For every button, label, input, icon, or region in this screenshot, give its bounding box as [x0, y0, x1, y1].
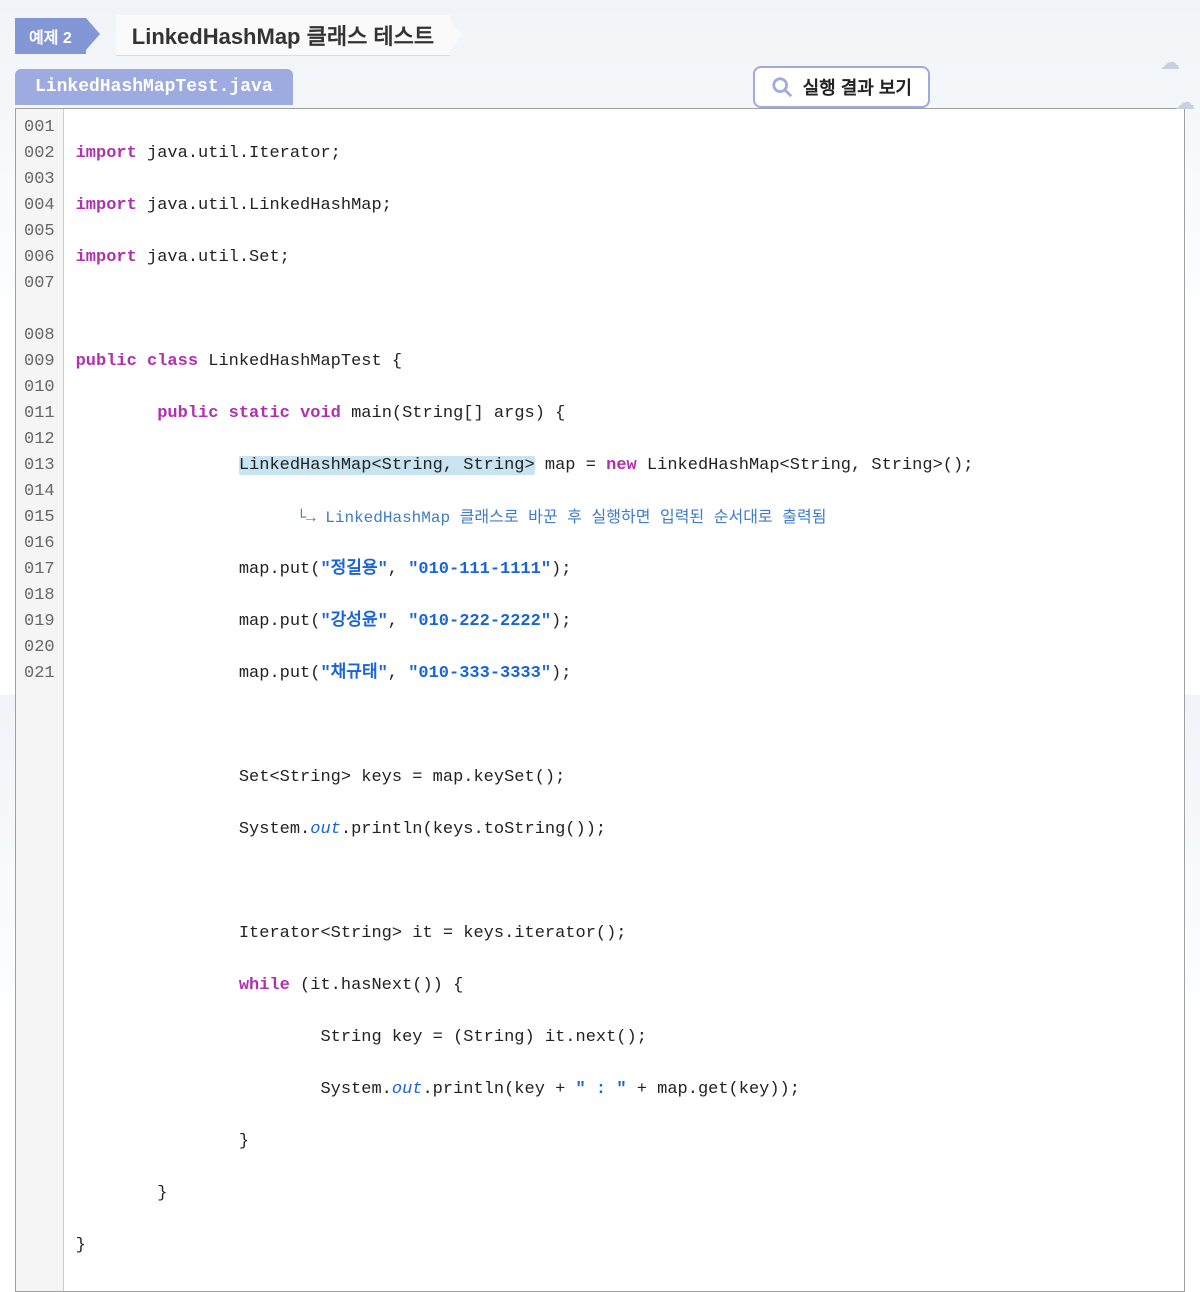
code-text: ,: [388, 560, 408, 579]
code-text: map =: [535, 456, 606, 475]
line-number: 021: [24, 661, 55, 687]
keyword-void: void: [300, 404, 341, 423]
cloud-decoration: ☁: [1160, 50, 1180, 75]
example-badge: 예제 2: [15, 18, 86, 54]
line-number: 008: [24, 323, 55, 349]
code-text: System.: [239, 820, 310, 839]
line-number: 020: [24, 635, 55, 661]
line-number: 013: [24, 453, 55, 479]
keyword-public: public: [76, 352, 137, 371]
annotation-arrow-icon: └→: [296, 509, 325, 527]
example-header: 예제 2 LinkedHashMap 클래스 테스트: [0, 0, 1200, 56]
keyword-static: static: [229, 404, 290, 423]
line-number: 015: [24, 505, 55, 531]
code-text: String key = (String) it.next();: [320, 1028, 646, 1047]
code-text: LinkedHashMap<String, String>();: [637, 456, 974, 475]
code-text: main(String[] args) {: [341, 404, 565, 423]
code-text: Set<String> keys = map.keySet();: [239, 768, 565, 787]
code-text: }: [239, 1132, 249, 1151]
code-text: Iterator<String> it = keys.iterator();: [239, 924, 627, 943]
code-text: map.put(: [239, 612, 321, 631]
code-text: System.: [320, 1080, 391, 1099]
line-number: 011: [24, 401, 55, 427]
keyword-new: new: [606, 456, 637, 475]
line-number: 016: [24, 531, 55, 557]
run-button-label: 실행 결과 보기: [803, 74, 912, 100]
line-number: 007: [24, 271, 55, 297]
line-number: 002: [24, 141, 55, 167]
code-content[interactable]: import java.util.Iterator; import java.u…: [64, 109, 1184, 1291]
string-literal: "강성윤": [320, 612, 387, 631]
code-text: }: [76, 1236, 86, 1255]
line-number: 001: [24, 115, 55, 141]
keyword-import: import: [76, 248, 137, 267]
line-number: 017: [24, 557, 55, 583]
keyword-class: class: [147, 352, 198, 371]
code-text: );: [551, 664, 571, 683]
string-literal: "010-222-2222": [408, 612, 551, 631]
cloud-decoration: ☁: [1175, 90, 1195, 115]
code-text: LinkedHashMapTest {: [198, 352, 402, 371]
code-text: }: [157, 1184, 167, 1203]
line-number: 005: [24, 219, 55, 245]
line-number: 003: [24, 167, 55, 193]
code-text: ,: [388, 664, 408, 683]
string-literal: " : ": [576, 1080, 627, 1099]
annotation-text: LinkedHashMap 클래스로 바꾼 후 실행하면 입력된 순서대로 출력…: [325, 509, 826, 527]
keyword-import: import: [76, 196, 137, 215]
line-number-gutter: 001002003004005006007 008009010011012013…: [16, 109, 64, 1291]
code-text: + map.get(key));: [627, 1080, 800, 1099]
file-tab[interactable]: LinkedHashMapTest.java: [15, 69, 293, 105]
code-text: .println(key +: [422, 1080, 575, 1099]
code-editor: 001002003004005006007 008009010011012013…: [15, 108, 1185, 1292]
line-number: [24, 297, 55, 323]
run-result-button[interactable]: 실행 결과 보기: [753, 66, 930, 108]
string-literal: "010-333-3333": [408, 664, 551, 683]
search-icon: [771, 76, 793, 98]
line-number: 009: [24, 349, 55, 375]
code-text: java.util.Set;: [137, 248, 290, 267]
line-number: 018: [24, 583, 55, 609]
keyword-public: public: [157, 404, 218, 423]
line-number: 010: [24, 375, 55, 401]
code-text: map.put(: [239, 560, 321, 579]
keyword-import: import: [76, 144, 137, 163]
example-title: LinkedHashMap 클래스 테스트: [116, 15, 450, 56]
code-text: java.util.Iterator;: [137, 144, 341, 163]
keyword-while: while: [239, 976, 290, 995]
string-literal: "정길용": [320, 560, 387, 579]
highlighted-code: LinkedHashMap<String, String>: [239, 456, 535, 475]
code-text: );: [551, 612, 571, 631]
line-number: 006: [24, 245, 55, 271]
code-text: map.put(: [239, 664, 321, 683]
string-literal: "010-111-1111": [408, 560, 551, 579]
out-field: out: [310, 820, 341, 839]
line-number: 004: [24, 193, 55, 219]
code-text: ,: [388, 612, 408, 631]
file-tab-row: LinkedHashMapTest.java 실행 결과 보기: [0, 56, 1200, 108]
line-number: 014: [24, 479, 55, 505]
string-literal: "채규태": [320, 664, 387, 683]
line-number: 019: [24, 609, 55, 635]
code-text: );: [551, 560, 571, 579]
out-field: out: [392, 1080, 423, 1099]
code-text: (it.hasNext()) {: [290, 976, 463, 995]
code-text: java.util.LinkedHashMap;: [137, 196, 392, 215]
code-text: .println(keys.toString());: [341, 820, 606, 839]
line-number: 012: [24, 427, 55, 453]
